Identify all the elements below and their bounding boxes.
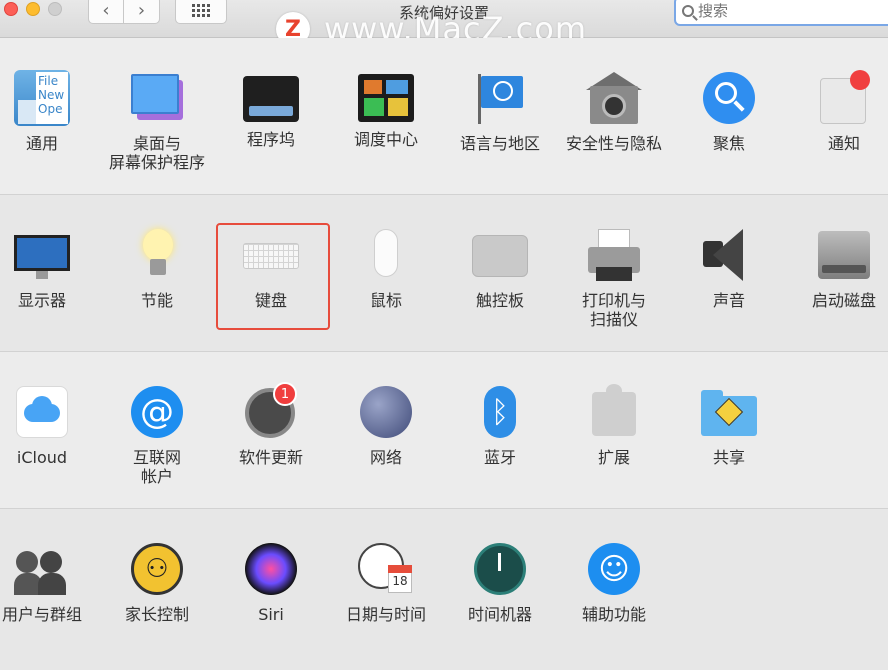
pref-label: 声音 bbox=[712, 291, 745, 310]
pref-mission-control[interactable]: 调度中心 bbox=[329, 70, 443, 149]
trackpad-icon bbox=[472, 227, 528, 283]
users-groups-icon bbox=[14, 541, 70, 597]
mouse-icon bbox=[358, 227, 414, 283]
search-icon bbox=[682, 5, 694, 17]
internet-accounts-icon: @ bbox=[129, 384, 185, 440]
pref-label: 软件更新 bbox=[238, 448, 303, 467]
pref-label: 扩展 bbox=[597, 448, 630, 467]
energy-saver-icon bbox=[129, 227, 185, 283]
pref-general[interactable]: File New Ope 通用 bbox=[0, 70, 99, 153]
pref-internet-accounts[interactable]: @ 互联网 帐户 bbox=[100, 384, 214, 486]
spotlight-icon bbox=[701, 70, 757, 126]
pref-dock[interactable]: 程序坞 bbox=[214, 70, 328, 149]
pref-network[interactable]: 网络 bbox=[329, 384, 443, 467]
displays-icon bbox=[14, 227, 70, 283]
printers-scanners-icon bbox=[586, 227, 642, 283]
pref-label: 鼠标 bbox=[369, 291, 402, 310]
pref-label: 时间机器 bbox=[467, 605, 532, 624]
sound-icon bbox=[701, 227, 757, 283]
accessibility-icon: ☺ bbox=[586, 541, 642, 597]
search-input[interactable] bbox=[698, 2, 848, 20]
parental-controls-icon: ⚇ bbox=[129, 541, 185, 597]
search-field[interactable] bbox=[674, 0, 888, 26]
pref-label: iCloud bbox=[16, 448, 68, 467]
pref-extensions[interactable]: 扩展 bbox=[557, 384, 671, 467]
pref-label: 聚焦 bbox=[712, 134, 745, 153]
pref-security-privacy[interactable]: 安全性与隐私 bbox=[557, 70, 671, 153]
general-icon: File New Ope bbox=[14, 70, 70, 126]
pref-label: 语言与地区 bbox=[459, 134, 540, 153]
pref-accessibility[interactable]: ☺ 辅助功能 bbox=[557, 541, 671, 624]
security-privacy-icon bbox=[586, 70, 642, 126]
pref-notifications[interactable]: 通知 bbox=[787, 70, 888, 153]
sharing-icon bbox=[701, 384, 757, 440]
pref-label: 共享 bbox=[712, 448, 745, 467]
pref-printers-scanners[interactable]: 打印机与 扫描仪 bbox=[557, 227, 671, 329]
pref-label: 调度中心 bbox=[353, 130, 418, 149]
pref-label: 用户与群组 bbox=[1, 605, 82, 624]
pref-startup-disk[interactable]: 启动磁盘 bbox=[787, 227, 888, 310]
desktop-screensaver-icon bbox=[129, 70, 185, 126]
startup-disk-icon bbox=[816, 227, 872, 283]
pref-label: 安全性与隐私 bbox=[565, 134, 662, 153]
pref-parental-controls[interactable]: ⚇ 家长控制 bbox=[100, 541, 214, 624]
pref-language-region[interactable]: 语言与地区 bbox=[443, 70, 557, 153]
extensions-icon bbox=[586, 384, 642, 440]
language-region-icon bbox=[472, 70, 528, 126]
update-count-badge: 1 bbox=[273, 382, 297, 406]
pref-label: 网络 bbox=[369, 448, 402, 467]
pref-label: 通知 bbox=[827, 134, 860, 153]
network-icon bbox=[358, 384, 414, 440]
pref-bluetooth[interactable]: ᛒ 蓝牙 bbox=[443, 384, 557, 467]
pref-desktop-screensaver[interactable]: 桌面与 屏幕保护程序 bbox=[100, 70, 214, 172]
pref-date-time[interactable]: 18 日期与时间 bbox=[329, 541, 443, 624]
pref-label: 程序坞 bbox=[246, 130, 295, 149]
pref-mouse[interactable]: 鼠标 bbox=[329, 227, 443, 310]
pref-label: Siri bbox=[258, 605, 284, 624]
pref-label: 打印机与 扫描仪 bbox=[581, 291, 646, 329]
date-time-icon: 18 bbox=[358, 541, 414, 597]
pref-label: 辅助功能 bbox=[581, 605, 646, 624]
pref-spotlight[interactable]: 聚焦 bbox=[672, 70, 786, 153]
pref-label: 启动磁盘 bbox=[811, 291, 876, 310]
pref-label: 日期与时间 bbox=[345, 605, 426, 624]
pref-sharing[interactable]: 共享 bbox=[672, 384, 786, 467]
pref-trackpad[interactable]: 触控板 bbox=[443, 227, 557, 310]
pref-icloud[interactable]: iCloud bbox=[0, 384, 99, 467]
pref-label: 蓝牙 bbox=[483, 448, 516, 467]
pref-label: 节能 bbox=[140, 291, 173, 310]
pref-siri[interactable]: Siri bbox=[214, 541, 328, 624]
dock-icon bbox=[243, 76, 299, 122]
pref-label: 显示器 bbox=[17, 291, 66, 310]
pref-sound[interactable]: 声音 bbox=[672, 227, 786, 310]
keyboard-highlight-box bbox=[216, 223, 330, 330]
pref-label: 桌面与 屏幕保护程序 bbox=[108, 134, 205, 172]
software-update-icon: 1 bbox=[243, 382, 299, 440]
pref-label: 通用 bbox=[25, 134, 58, 153]
time-machine-icon bbox=[472, 541, 528, 597]
pref-software-update[interactable]: 1 软件更新 bbox=[214, 382, 328, 467]
mission-control-icon bbox=[358, 74, 414, 122]
pref-time-machine[interactable]: 时间机器 bbox=[443, 541, 557, 624]
pref-label: 互联网 帐户 bbox=[132, 448, 181, 486]
icloud-icon bbox=[14, 384, 70, 440]
pref-displays[interactable]: 显示器 bbox=[0, 227, 99, 310]
bluetooth-icon: ᛒ bbox=[472, 384, 528, 440]
siri-icon bbox=[243, 541, 299, 597]
notifications-icon bbox=[816, 70, 872, 126]
pref-users-groups[interactable]: 用户与群组 bbox=[0, 541, 99, 624]
pref-label: 触控板 bbox=[475, 291, 524, 310]
pref-energy-saver[interactable]: 节能 bbox=[100, 227, 214, 310]
window-toolbar: ‹ › 系统偏好设置 Z www.MacZ.com bbox=[0, 0, 888, 48]
pref-label: 家长控制 bbox=[124, 605, 189, 624]
